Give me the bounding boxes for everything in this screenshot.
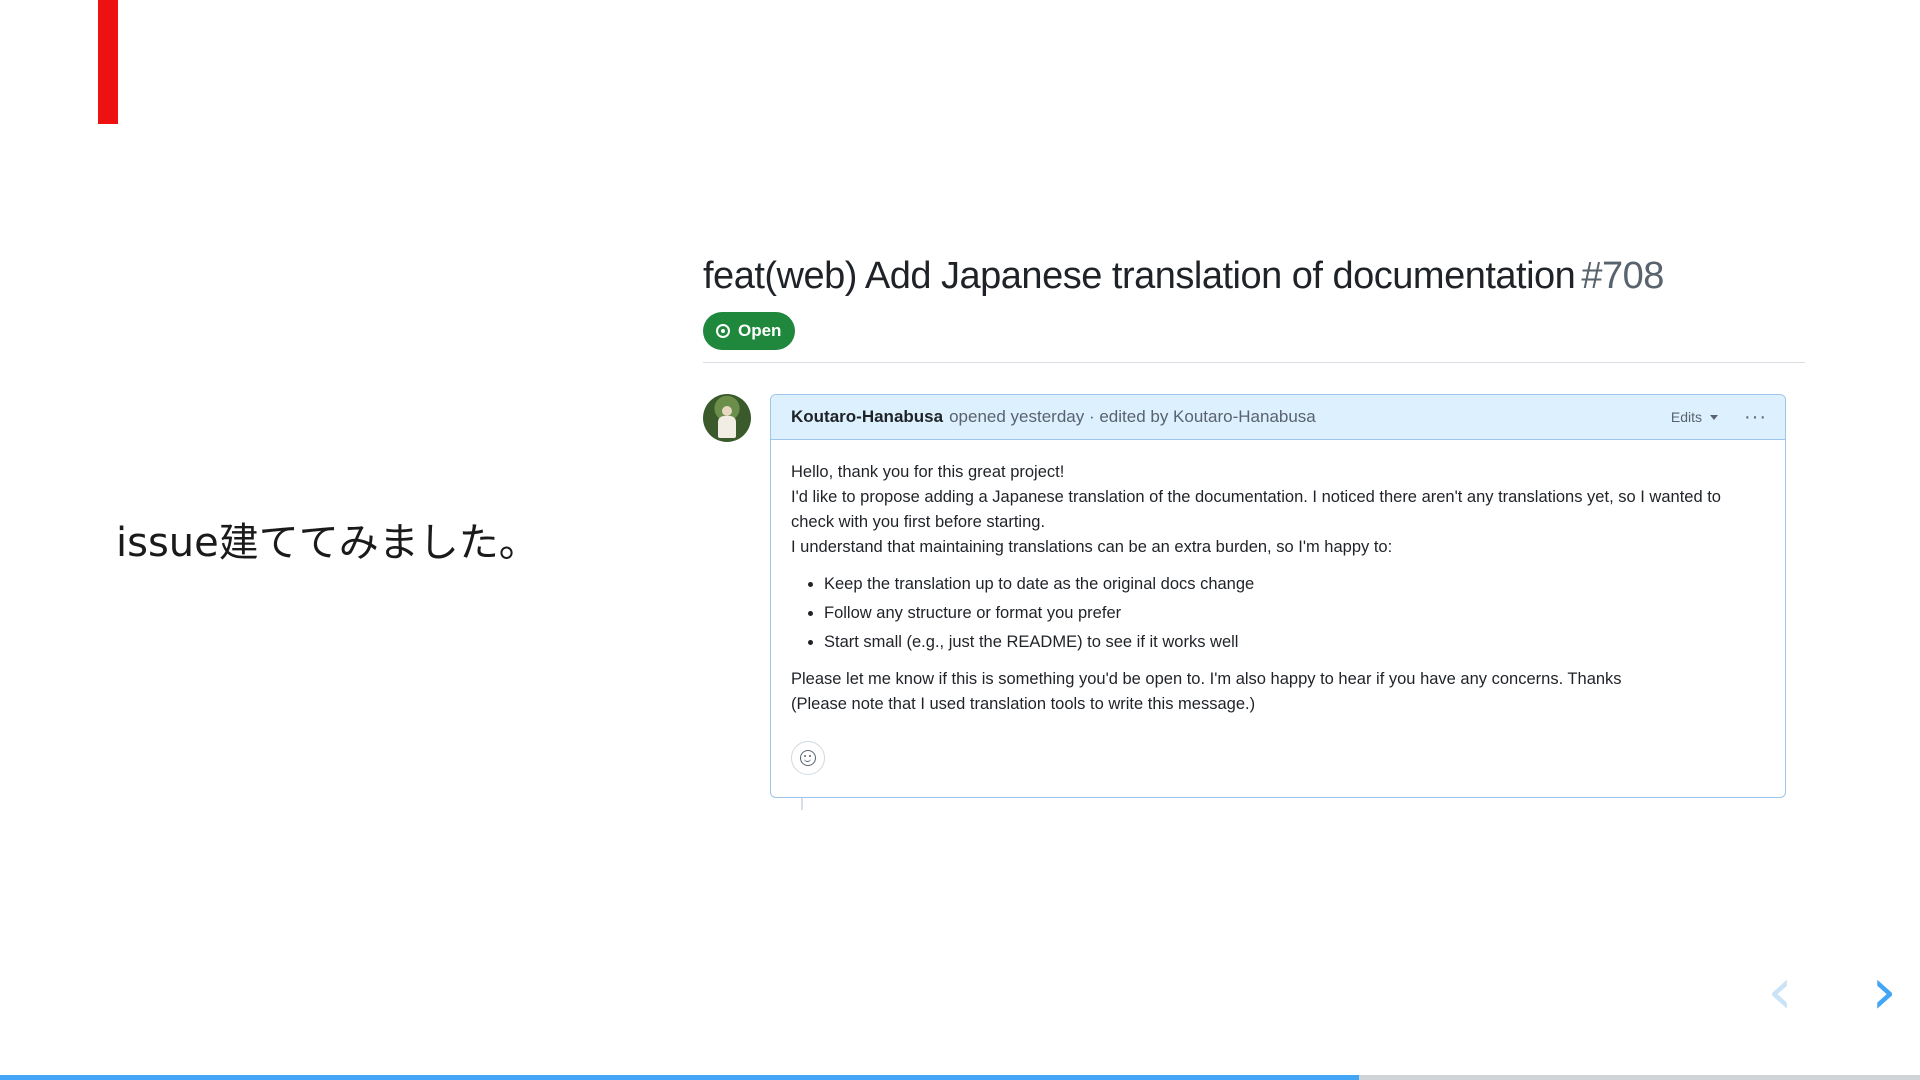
comment-paragraph: I understand that maintaining translatio… — [791, 538, 1393, 556]
comment-paragraph: Please let me know if this is something … — [791, 670, 1622, 688]
smiley-icon — [800, 750, 816, 766]
header-divider — [703, 362, 1805, 363]
edits-dropdown[interactable]: Edits — [1670, 409, 1719, 425]
issue-opened-icon — [716, 324, 730, 338]
comment-paragraph: I'd like to propose adding a Japanese tr… — [791, 488, 1721, 531]
slide-progress-track — [0, 1075, 1920, 1080]
issue-title: feat(web) Add Japanese translation of do… — [703, 255, 1576, 297]
issue-screenshot: feat(web) Add Japanese translation of do… — [703, 250, 1805, 810]
previous-slide-button[interactable]: ‹ — [1758, 960, 1802, 1024]
slide-progress-fill — [0, 1075, 1360, 1080]
comment-body: Hello, thank you for this great project!… — [771, 440, 1785, 797]
issue-title-row: feat(web) Add Japanese translation of do… — [703, 250, 1805, 302]
list-item: Follow any structure or format you prefe… — [824, 601, 1765, 626]
comment-paragraph: (Please note that I used translation too… — [791, 695, 1256, 713]
comment-bullet-list: Keep the translation up to date as the o… — [791, 572, 1765, 655]
avatar[interactable] — [703, 394, 751, 442]
issue-comment: Koutaro-Hanabusa opened yesterday · edit… — [703, 394, 1805, 810]
add-reaction-button[interactable] — [791, 741, 825, 775]
comment-meta: opened yesterday · edited by Koutaro-Han… — [949, 407, 1316, 426]
chevron-down-icon — [1710, 414, 1719, 420]
comment-header-actions: Edits ··· — [1670, 407, 1767, 427]
comment-author[interactable]: Koutaro-Hanabusa — [791, 407, 943, 427]
timeline-line — [801, 798, 803, 810]
comment-paragraph: Hello, thank you for this great project! — [791, 463, 1065, 481]
comment-box: Koutaro-Hanabusa opened yesterday · edit… — [770, 394, 1786, 798]
kebab-menu-icon[interactable]: ··· — [1744, 407, 1767, 427]
issue-state-label: Open — [738, 321, 782, 340]
issue-state-badge: Open — [703, 312, 796, 350]
issue-number: #708 — [1581, 255, 1664, 297]
comment-header: Koutaro-Hanabusa opened yesterday · edit… — [771, 395, 1785, 440]
edits-label: Edits — [1670, 409, 1703, 425]
slide-accent-bar — [98, 0, 118, 124]
slide-caption: issue建ててみました。 — [116, 520, 539, 566]
list-item: Start small (e.g., just the README) to s… — [824, 630, 1765, 655]
list-item: Keep the translation up to date as the o… — [824, 572, 1765, 597]
next-slide-button[interactable]: › — [1862, 960, 1906, 1024]
